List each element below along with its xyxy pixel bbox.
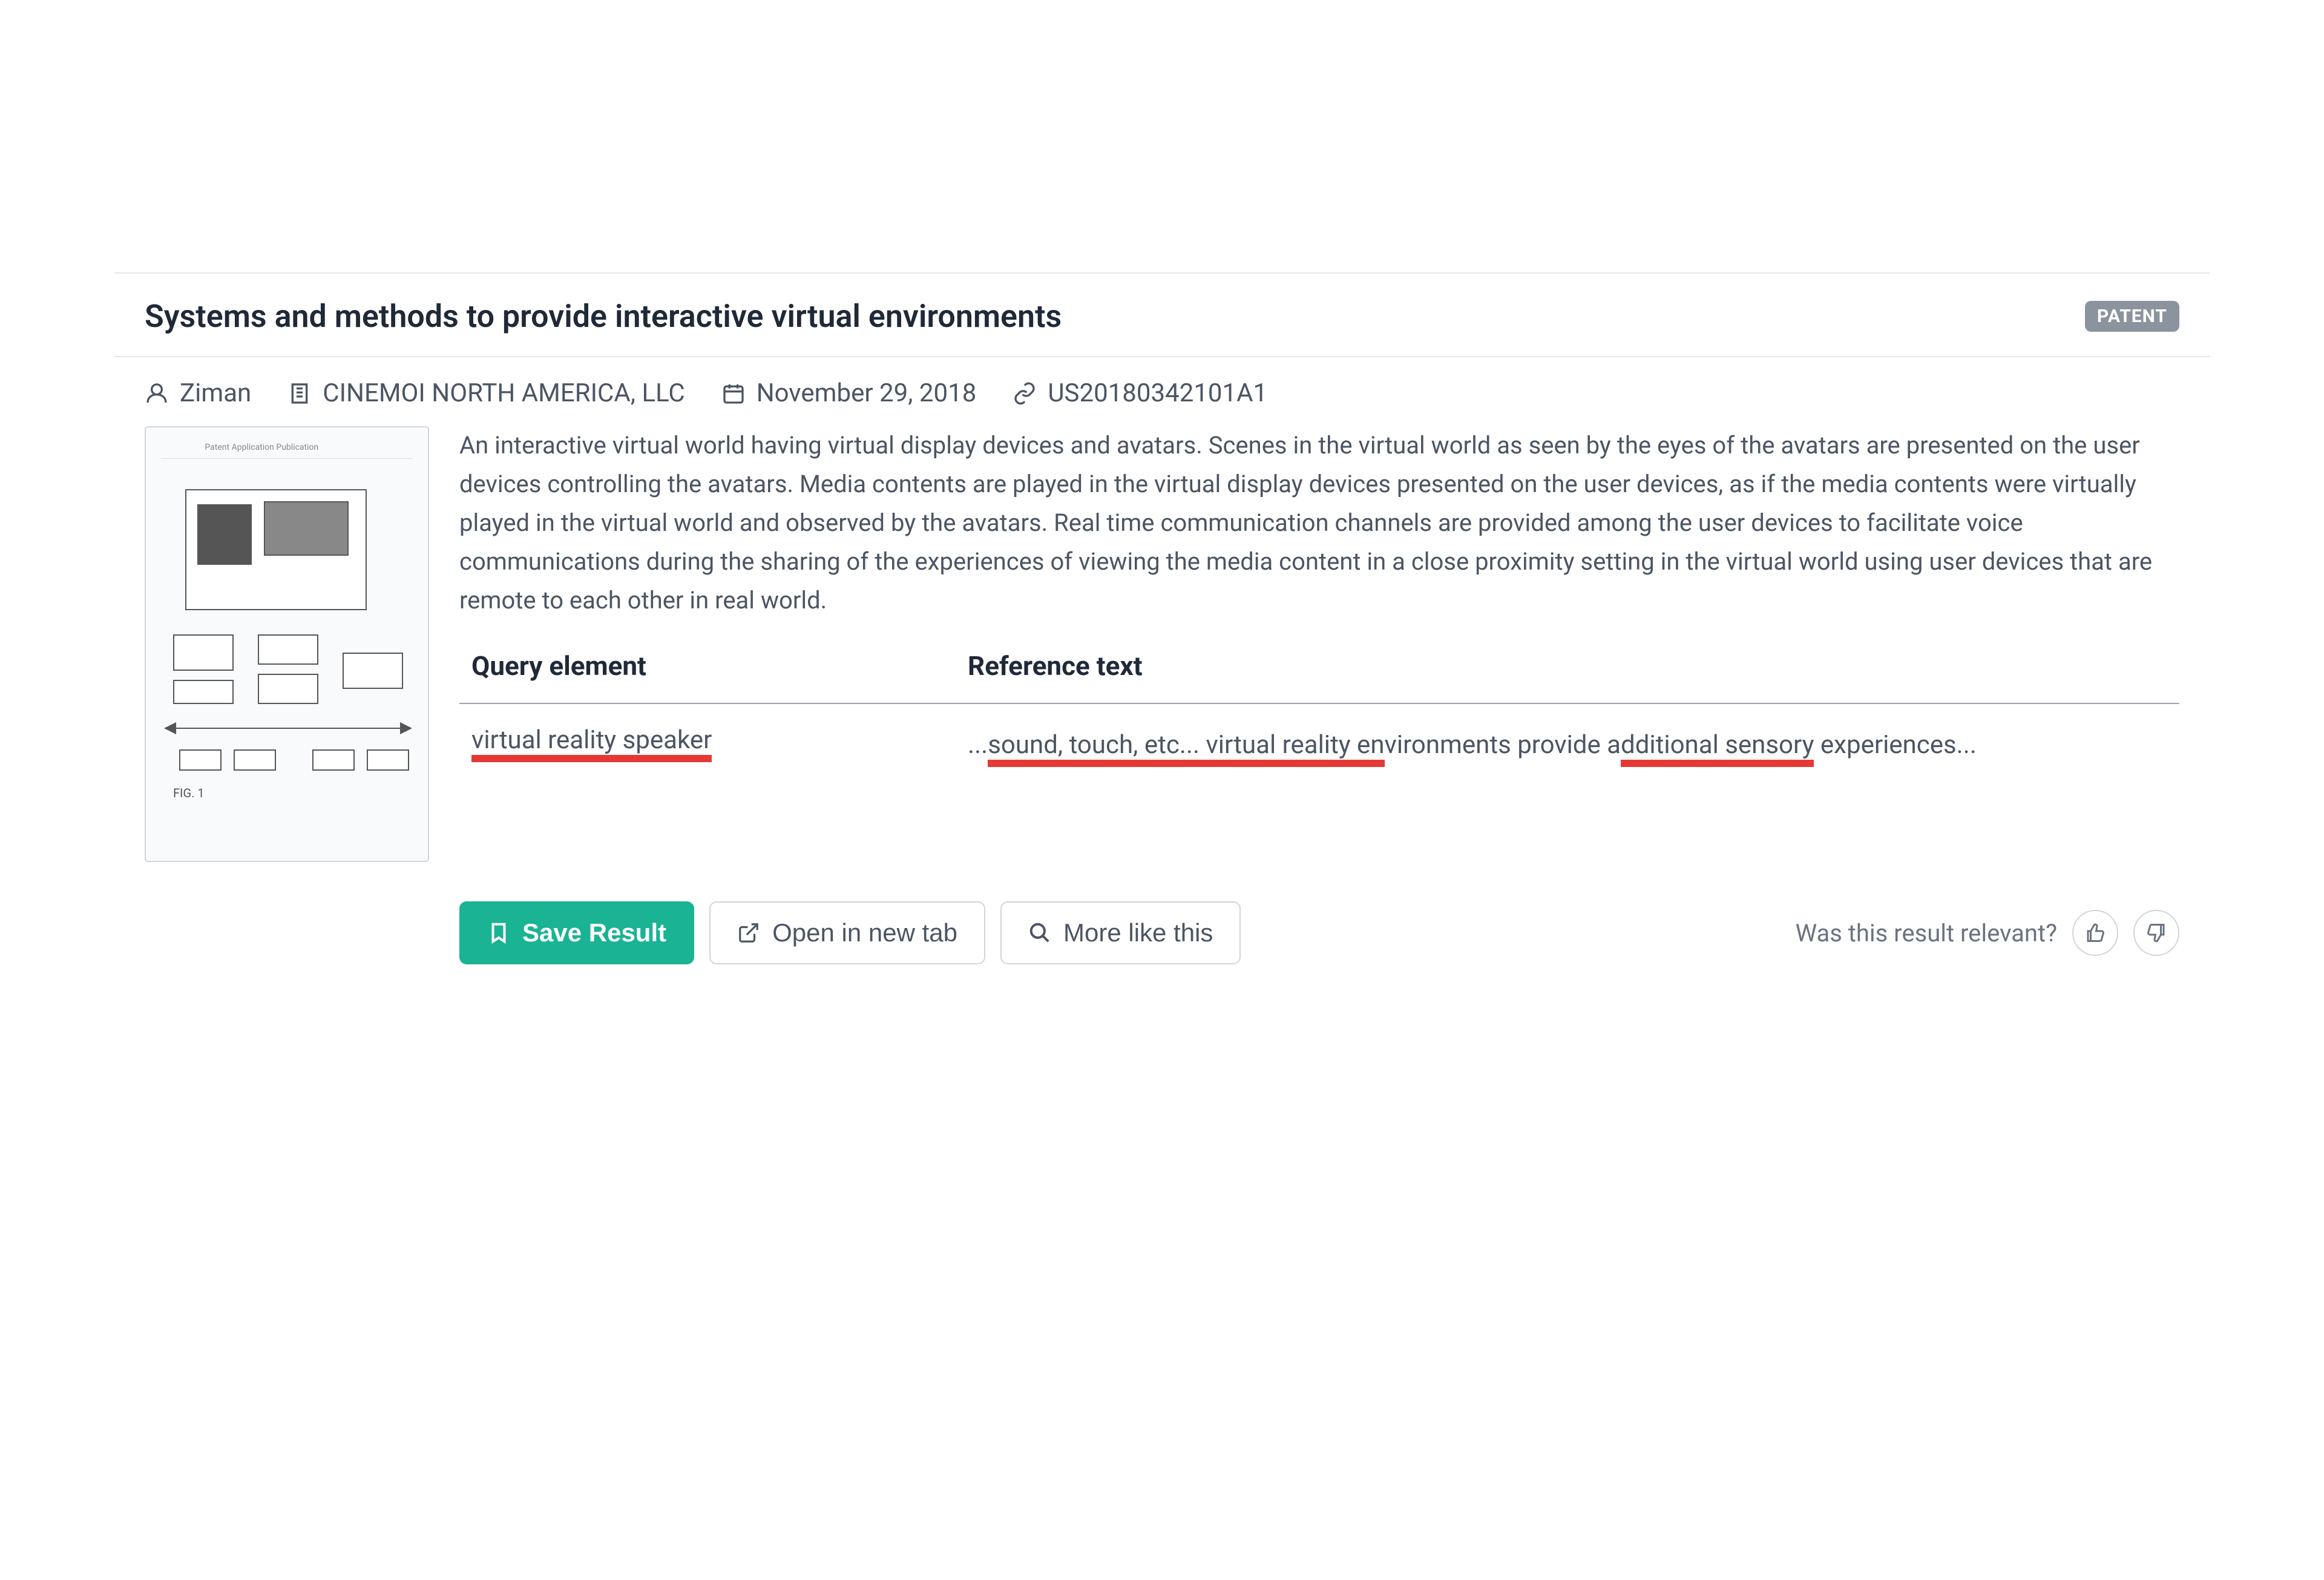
feedback-group: Was this result relevant? (1796, 910, 2179, 956)
feedback-question: Was this result relevant? (1796, 919, 2057, 947)
patent-number-meta: US20180342101A1 (1013, 378, 1267, 408)
save-label: Save Result (522, 918, 666, 947)
query-element-header: Query element (471, 650, 968, 682)
ref-highlight-2: dditional sensory (1621, 730, 1814, 760)
building-icon (287, 381, 312, 406)
ref-prefix: ... (968, 730, 988, 760)
external-link-icon (737, 921, 760, 944)
ref-suffix: experiences... (1814, 730, 1976, 760)
thumbs-down-button[interactable] (2133, 910, 2179, 956)
result-metadata: Ziman CINEMOI NORTH AMERICA, LLC Novembe… (114, 357, 2210, 426)
reference-text-header: Reference text (968, 650, 2167, 682)
bookmark-icon (487, 921, 510, 944)
assignee-name: CINEMOI NORTH AMERICA, LLC (323, 378, 684, 408)
thumbnail-header-text: Patent Application Publication (161, 443, 413, 459)
actions-row: Save Result Open in new tab More like th… (114, 862, 2210, 964)
action-buttons-group: Save Result Open in new tab More like th… (459, 901, 1241, 964)
abstract-text: An interactive virtual world having virt… (459, 426, 2179, 620)
open-new-tab-button[interactable]: Open in new tab (709, 901, 985, 964)
main-content-column: An interactive virtual world having virt… (459, 426, 2179, 862)
link-icon (1013, 381, 1037, 406)
result-title[interactable]: Systems and methods to provide interacti… (145, 298, 1062, 335)
table-header-row: Query element Reference text (459, 650, 2179, 704)
result-header: Systems and methods to provide interacti… (114, 274, 2210, 357)
date-meta: November 29, 2018 (721, 378, 977, 408)
author-meta: Ziman (145, 378, 251, 408)
query-element-cell: virtual reality speaker (471, 725, 968, 765)
patent-number: US20180342101A1 (1048, 378, 1267, 408)
person-icon (145, 381, 169, 406)
thumbs-up-icon (2084, 922, 2106, 944)
result-content: Patent Application Publication (114, 426, 2210, 862)
more-like-this-button[interactable]: More like this (1000, 901, 1241, 964)
match-table: Query element Reference text virtual rea… (459, 650, 2179, 786)
table-row: virtual reality speaker ...sound, touch,… (459, 704, 2179, 786)
assignee-meta: CINEMOI NORTH AMERICA, LLC (287, 378, 684, 408)
search-icon (1028, 921, 1051, 944)
query-highlight: virtual reality speaker (471, 725, 712, 755)
thumbnail-diagram: FIG. 1 (161, 477, 413, 810)
ref-mid: vironments provide a (1385, 730, 1621, 760)
calendar-icon (721, 381, 746, 406)
author-name: Ziman (180, 378, 251, 408)
patent-badge: PATENT (2085, 301, 2179, 332)
morelike-label: More like this (1063, 918, 1213, 947)
reference-text-cell: ...sound, touch, etc... virtual reality … (968, 725, 2167, 765)
patent-thumbnail[interactable]: Patent Application Publication (145, 426, 429, 862)
thumbs-down-icon (2145, 922, 2167, 944)
save-result-button[interactable]: Save Result (459, 901, 694, 964)
search-result-card: Systems and methods to provide interacti… (114, 272, 2210, 964)
thumbs-up-button[interactable] (2072, 910, 2118, 956)
open-label: Open in new tab (772, 918, 957, 947)
ref-highlight-1: sound, touch, etc... virtual reality en (988, 730, 1384, 760)
publication-date: November 29, 2018 (757, 378, 977, 408)
